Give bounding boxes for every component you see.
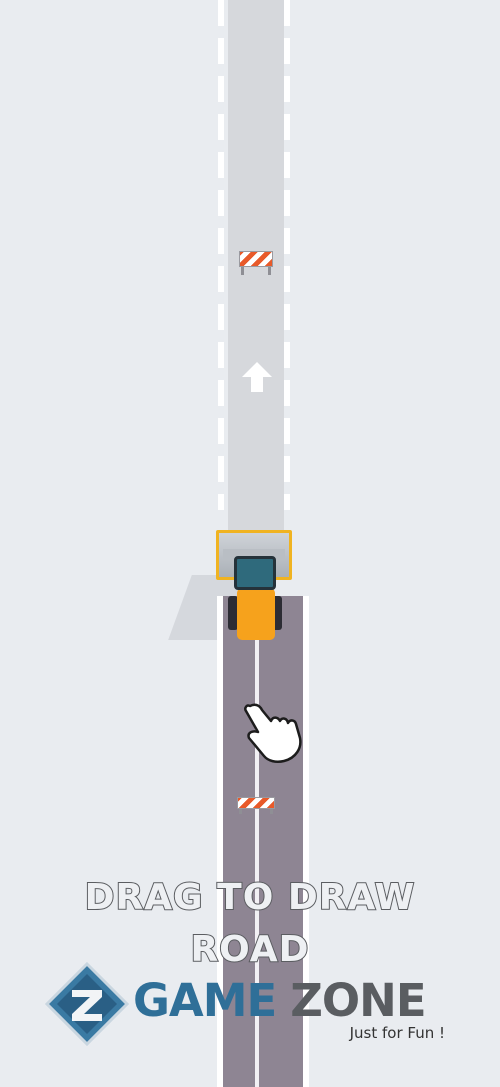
- pointing-hand-icon: [244, 703, 302, 764]
- right-dashed-edge: [284, 0, 290, 510]
- left-dashed-edge: [218, 0, 224, 510]
- unpaved-road: [228, 0, 284, 560]
- paver-body: [237, 588, 275, 640]
- paver-cab: [234, 556, 276, 590]
- brand-word: ZONE: [290, 974, 426, 1027]
- instruction-line: DRAG TO DRAW: [84, 876, 416, 919]
- game-scene[interactable]: DRAG TO DRAW ROAD GAME ZONE Just for Fun …: [0, 0, 500, 1087]
- road-barrier: [239, 251, 273, 275]
- up-arrow-icon: [242, 362, 272, 392]
- road-barrier: [237, 797, 275, 814]
- z-logo-icon: [45, 962, 129, 1046]
- tutorial-instruction: DRAG TO DRAW ROAD: [40, 872, 460, 976]
- brand-word: GAME: [133, 974, 277, 1027]
- brand-tagline: Just for Fun !: [349, 1024, 445, 1042]
- gamezone-watermark: GAME ZONE Just for Fun !: [45, 962, 455, 1047]
